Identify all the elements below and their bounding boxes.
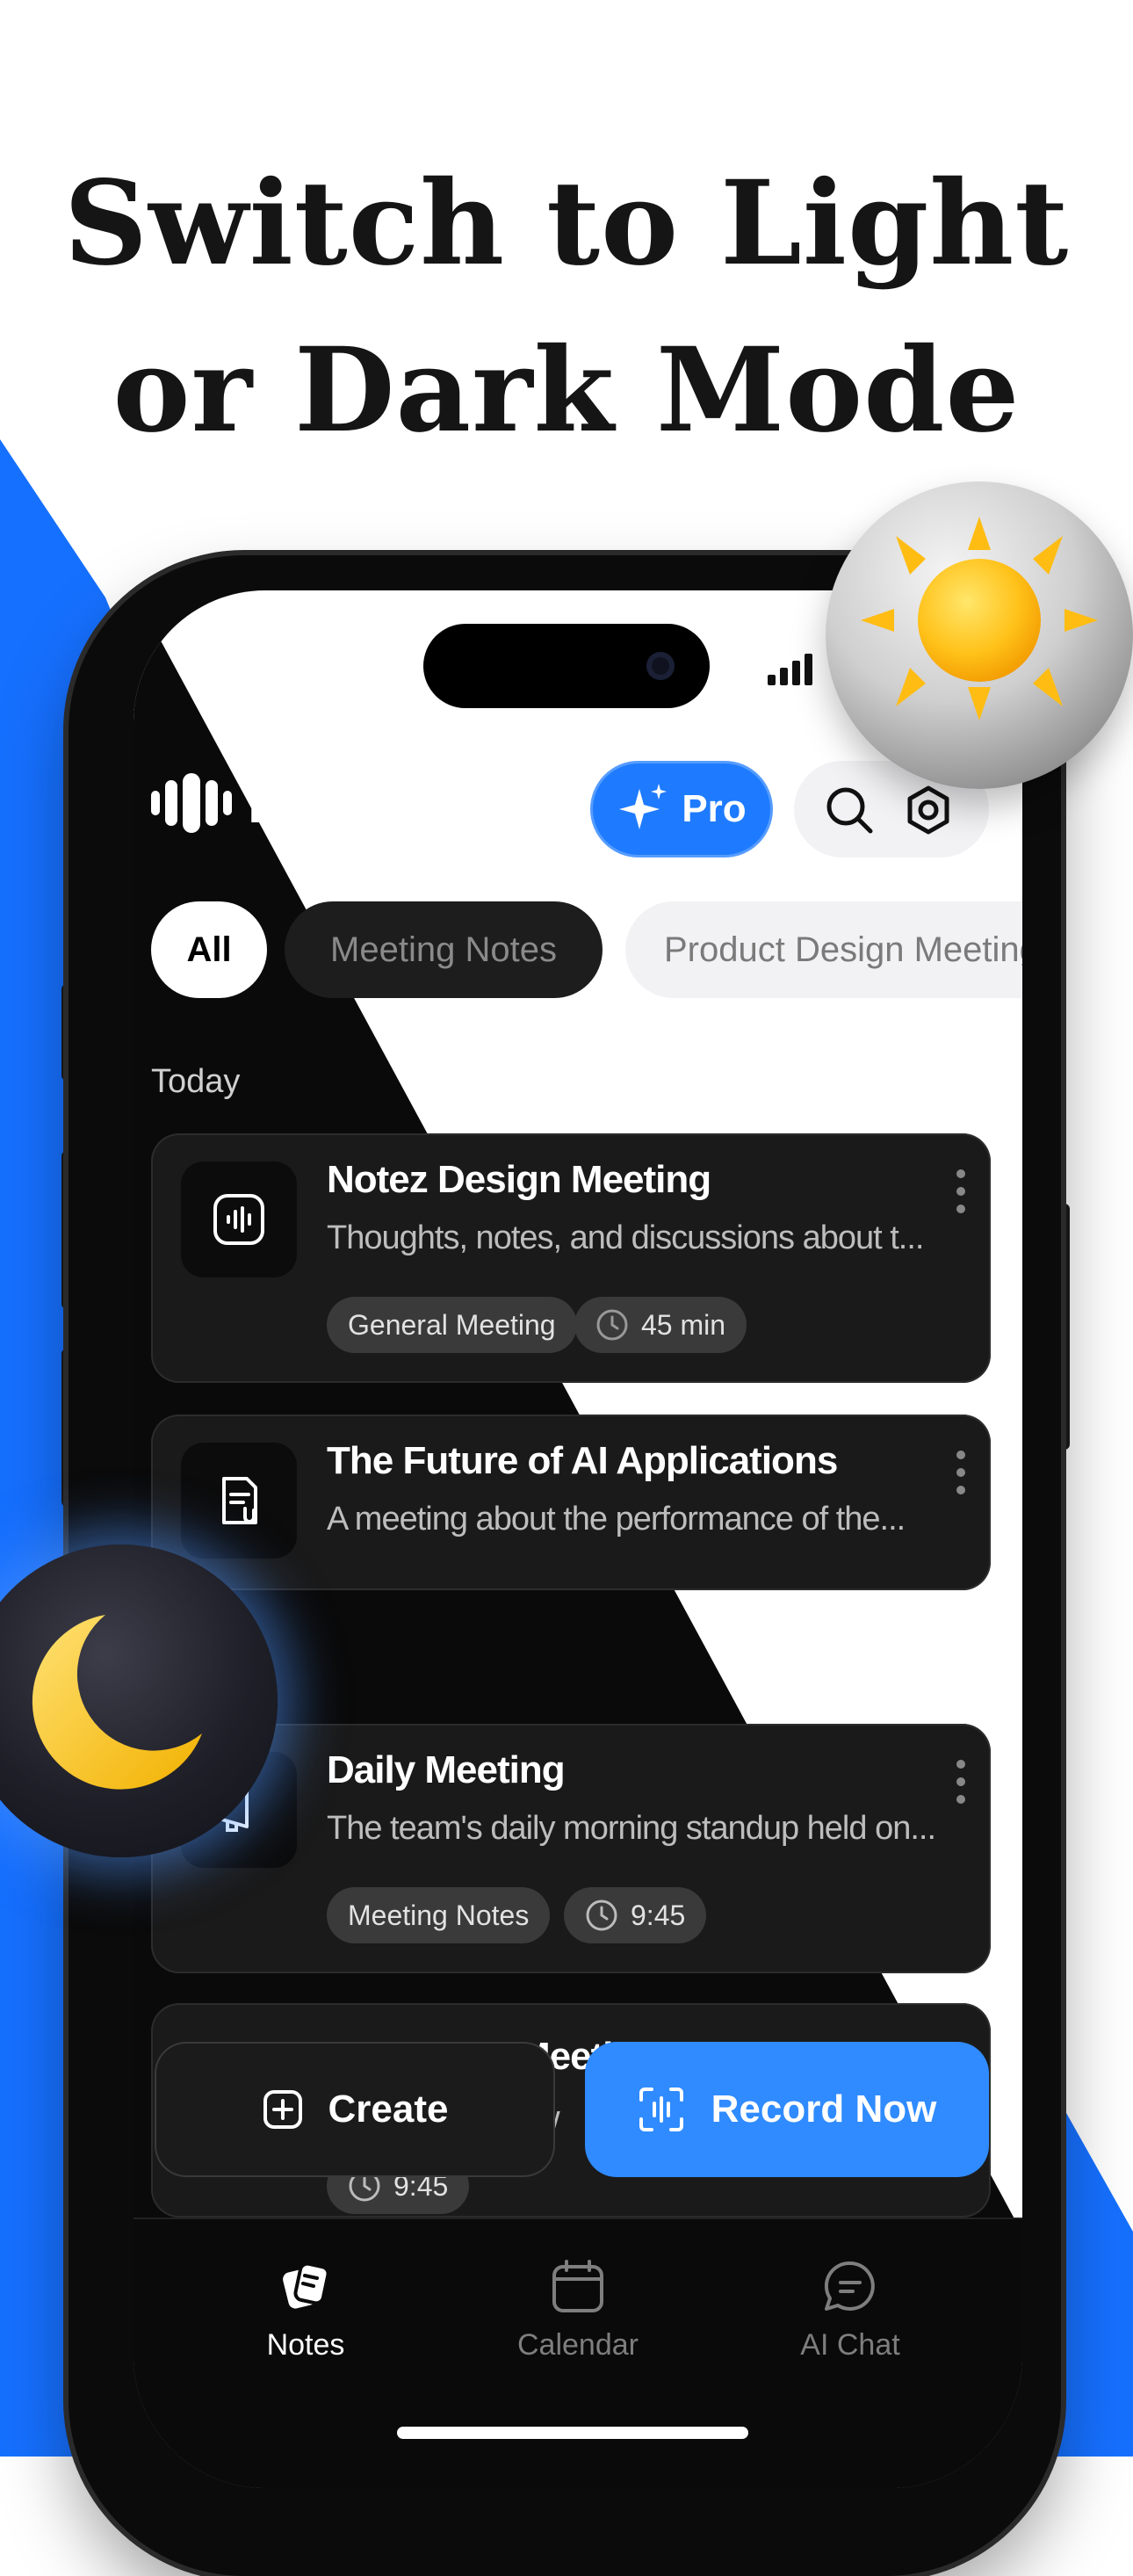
record-now-button[interactable]: Record Now bbox=[585, 2042, 989, 2177]
home-indicator bbox=[397, 2427, 748, 2439]
note-description: A meeting about the performance of the..… bbox=[327, 1501, 906, 1538]
tab-notes[interactable]: Notes bbox=[191, 2258, 420, 2363]
ai-chat-icon bbox=[824, 2261, 875, 2311]
clock-icon bbox=[596, 1309, 628, 1341]
create-button[interactable]: Create bbox=[155, 2042, 555, 2177]
note-title: The Future of AI Applications bbox=[327, 1439, 838, 1482]
moon-icon bbox=[32, 1615, 203, 1790]
status-time: 9:41 bbox=[230, 645, 308, 688]
app-logo-waveform-icon bbox=[151, 773, 232, 833]
filter-chip-all[interactable]: All bbox=[151, 901, 267, 998]
dynamic-island bbox=[423, 624, 710, 708]
tab-label: AI Chat bbox=[800, 2328, 900, 2362]
audio-waveform-icon bbox=[213, 1194, 264, 1245]
sun-icon bbox=[861, 517, 1098, 720]
create-label: Create bbox=[328, 2088, 449, 2131]
phone-screen: 9:41 Notez Pro All Meeting Notes Product… bbox=[134, 590, 1022, 2488]
light-mode-sun-orb[interactable] bbox=[826, 481, 1133, 789]
tab-calendar[interactable]: Calendar bbox=[464, 2258, 692, 2363]
more-options-icon[interactable] bbox=[956, 1755, 966, 1808]
duration-tag: 45 min bbox=[574, 1297, 747, 1353]
app-content: 9:41 Notez Pro All Meeting Notes Product… bbox=[134, 590, 1022, 2488]
add-square-icon bbox=[263, 2090, 302, 2129]
record-label: Record Now bbox=[711, 2088, 937, 2131]
note-thumbnail bbox=[181, 1161, 297, 1277]
note-title: Daily Meeting bbox=[327, 1748, 566, 1791]
duration-text: 45 min bbox=[641, 1308, 726, 1341]
clock-icon bbox=[586, 1899, 617, 1931]
note-thumbnail bbox=[181, 1443, 297, 1559]
search-icon[interactable] bbox=[824, 785, 875, 836]
pro-label: Pro bbox=[682, 787, 747, 830]
bottom-tab-bar: Notes Calendar AI Chat bbox=[134, 2218, 1022, 2488]
more-options-icon[interactable] bbox=[956, 1446, 966, 1499]
notes-icon bbox=[283, 2261, 330, 2309]
tab-label: Calendar bbox=[517, 2328, 639, 2362]
duration-text: 9:45 bbox=[631, 1899, 686, 1931]
app-name: Notez bbox=[248, 771, 393, 835]
more-options-icon[interactable] bbox=[956, 1165, 966, 1218]
tab-ai-chat[interactable]: AI Chat bbox=[736, 2258, 964, 2363]
note-tag: Meeting Notes bbox=[327, 1887, 551, 1943]
settings-gear-icon[interactable] bbox=[903, 785, 954, 836]
sparkle-icon bbox=[619, 784, 668, 829]
note-description: The team's daily morning standup held on… bbox=[327, 1810, 936, 1847]
note-title: Notez Design Meeting bbox=[327, 1158, 711, 1201]
front-camera bbox=[646, 652, 675, 680]
duration-tag: 9:45 bbox=[564, 1887, 707, 1943]
pro-upgrade-button[interactable]: Pro bbox=[590, 761, 773, 857]
calendar-icon bbox=[552, 2260, 603, 2312]
note-tag: General Meeting bbox=[327, 1297, 577, 1353]
record-waveform-icon bbox=[639, 2088, 683, 2131]
filter-chip-meeting-notes[interactable]: Meeting Notes bbox=[285, 901, 603, 998]
dark-mode-moon-orb[interactable] bbox=[0, 1545, 278, 1857]
note-card[interactable]: Notez Design Meeting Thoughts, notes, an… bbox=[151, 1133, 991, 1383]
note-description: Thoughts, notes, and discussions about t… bbox=[327, 1219, 924, 1256]
filter-chip-product-design[interactable]: Product Design Meetings bbox=[625, 901, 1022, 998]
section-label-today: Today bbox=[151, 1063, 241, 1100]
document-attachment-icon bbox=[222, 1477, 257, 1524]
cellular-signal-icon bbox=[768, 654, 812, 685]
tab-label: Notes bbox=[266, 2328, 345, 2362]
